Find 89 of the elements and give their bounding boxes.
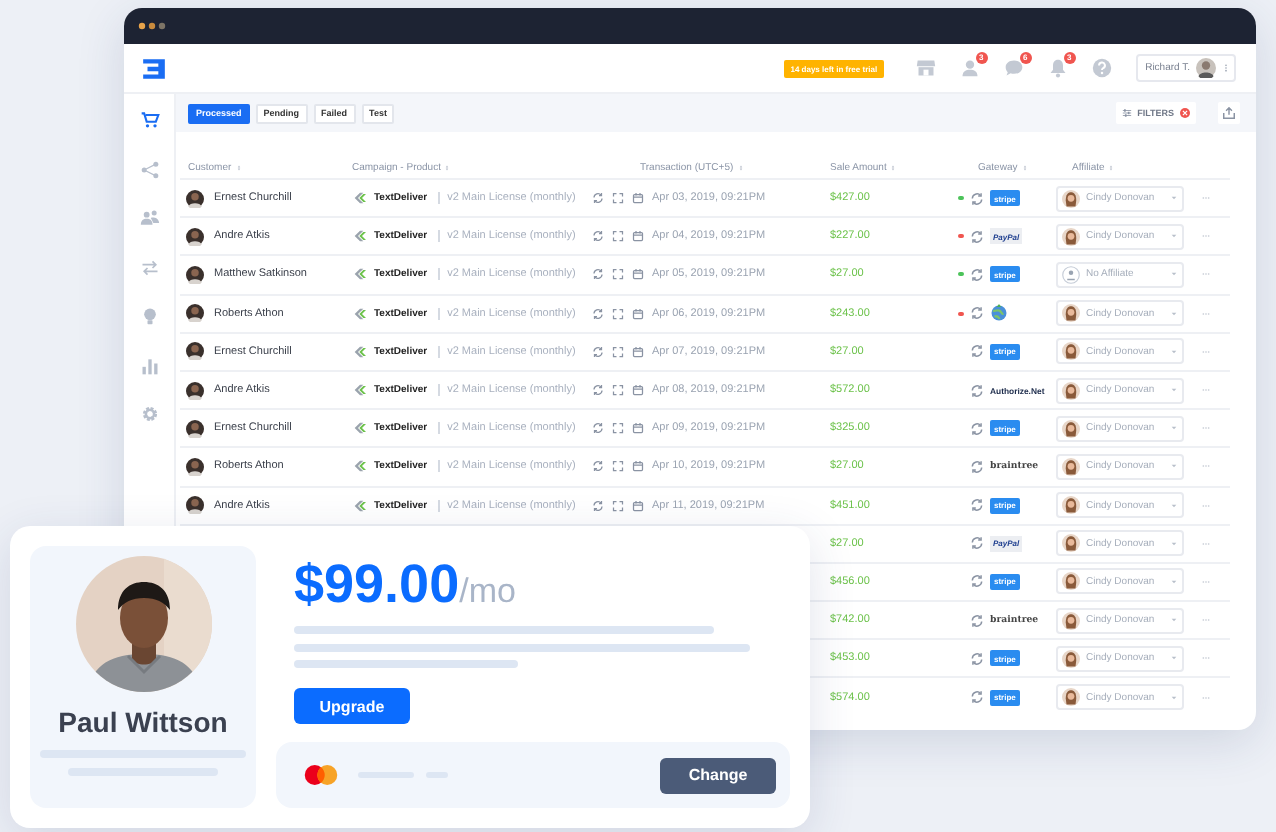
network-icon[interactable] — [139, 159, 159, 179]
avatar-icon — [1062, 457, 1080, 476]
refresh-icon[interactable] — [970, 306, 984, 321]
refresh-icon[interactable] — [970, 690, 984, 705]
refresh-icon[interactable] — [970, 498, 984, 513]
expand-icon[interactable] — [612, 345, 624, 358]
sync-icon[interactable] — [592, 192, 604, 205]
sync-icon[interactable] — [592, 230, 604, 243]
avatar-icon — [186, 265, 204, 284]
sync-icon[interactable] — [592, 384, 604, 397]
bell-icon[interactable] — [1047, 58, 1068, 78]
calendar-icon — [632, 499, 644, 512]
refresh-icon[interactable] — [970, 421, 984, 436]
refresh-icon[interactable] — [970, 344, 984, 359]
calendar-icon — [632, 384, 644, 397]
user-icon — [1062, 265, 1080, 284]
chart-icon[interactable] — [139, 355, 159, 375]
avatar-icon — [1062, 496, 1080, 515]
sync-icon[interactable] — [592, 460, 604, 473]
avatar-icon — [186, 342, 204, 361]
sync-icon[interactable] — [592, 345, 604, 358]
calendar-icon — [632, 230, 644, 243]
help-icon[interactable] — [1091, 58, 1112, 78]
settings-icon[interactable] — [139, 404, 159, 424]
calendar-icon — [632, 192, 644, 205]
avatar-icon — [1062, 189, 1080, 208]
avatar-icon — [186, 496, 204, 515]
refresh-icon[interactable] — [970, 459, 984, 474]
expand-icon[interactable] — [612, 230, 624, 243]
avatar-icon — [1062, 611, 1080, 630]
sync-icon[interactable] — [592, 307, 604, 320]
store-icon[interactable] — [915, 58, 936, 78]
export-icon — [1222, 106, 1236, 120]
window-controls-icon[interactable] — [138, 22, 166, 30]
refresh-icon[interactable] — [970, 229, 984, 244]
avatar-icon — [1062, 649, 1080, 668]
refresh-icon[interactable] — [970, 191, 984, 206]
profile-name: Paul Wittson — [58, 706, 228, 738]
avatar-icon — [186, 419, 204, 438]
calendar-icon — [632, 460, 644, 473]
transfer-icon[interactable] — [139, 257, 159, 277]
expand-icon[interactable] — [612, 268, 624, 281]
avatar-icon — [1062, 227, 1080, 246]
chat-icon[interactable] — [1003, 58, 1024, 78]
expand-icon[interactable] — [612, 422, 624, 435]
expand-icon[interactable] — [612, 460, 624, 473]
avatar-icon — [1062, 419, 1080, 438]
refresh-icon[interactable] — [970, 383, 984, 398]
calendar-icon — [632, 422, 644, 435]
users-icon[interactable] — [139, 208, 159, 228]
avatar-icon — [1062, 381, 1080, 400]
avatar-icon — [186, 304, 204, 323]
avatar-icon — [1062, 534, 1080, 553]
expand-icon[interactable] — [612, 499, 624, 512]
avatar-icon — [186, 457, 204, 476]
cart-icon[interactable] — [139, 110, 159, 130]
avatar-icon — [1062, 342, 1080, 361]
plan-price: $99.00 — [294, 554, 460, 616]
user-icon[interactable] — [959, 58, 980, 78]
app-logo[interactable] — [140, 55, 168, 81]
sync-icon[interactable] — [592, 268, 604, 281]
upgrade-button[interactable]: Upgrade — [294, 688, 410, 724]
calendar-icon — [632, 345, 644, 358]
sync-icon[interactable] — [592, 499, 604, 512]
sliders-icon — [1121, 108, 1132, 118]
price-period: /mo — [459, 572, 516, 612]
avatar-icon — [1196, 58, 1216, 78]
globe-icon — [990, 304, 1008, 323]
export-button[interactable] — [1218, 102, 1240, 124]
expand-icon[interactable] — [612, 192, 624, 205]
refresh-icon[interactable] — [970, 574, 984, 589]
close-icon[interactable] — [1180, 108, 1190, 118]
sync-icon[interactable] — [592, 422, 604, 435]
avatar-icon — [186, 189, 204, 208]
refresh-icon[interactable] — [970, 613, 984, 628]
calendar-icon — [632, 307, 644, 320]
expand-icon[interactable] — [612, 307, 624, 320]
avatar-icon — [1062, 572, 1080, 591]
avatar-icon — [186, 227, 204, 246]
expand-icon[interactable] — [612, 384, 624, 397]
avatar-icon — [186, 381, 204, 400]
avatar-icon — [1062, 688, 1080, 707]
change-button[interactable]: Change — [660, 757, 776, 793]
avatar-icon — [1062, 304, 1080, 323]
refresh-icon[interactable] — [970, 536, 984, 551]
bulb-icon[interactable] — [139, 306, 159, 326]
calendar-icon — [632, 268, 644, 281]
refresh-icon[interactable] — [970, 267, 984, 282]
refresh-icon[interactable] — [970, 651, 984, 666]
